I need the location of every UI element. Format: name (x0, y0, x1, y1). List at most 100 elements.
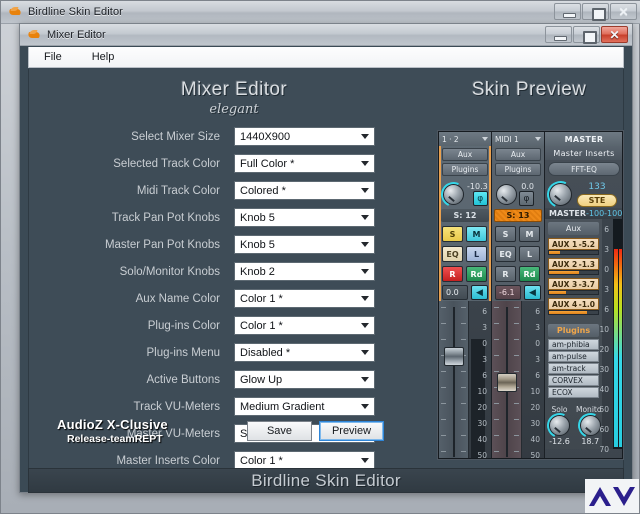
monitor-knob[interactable] (574, 409, 607, 442)
fader-tick (494, 435, 499, 436)
channel-2-plugins-button[interactable]: Plugins (495, 163, 541, 176)
channel-1-aux-button[interactable]: Aux (442, 148, 488, 161)
logo-triangle-up-icon (589, 486, 611, 506)
channel-strip-2[interactable]: MIDI 1 Aux Plugins 0.0 φ S: 13 S M EQ L … (492, 132, 545, 458)
channel-2-fader[interactable] (492, 301, 522, 458)
channel-1-fader-handle[interactable] (444, 347, 464, 366)
settings-dropdown[interactable]: Glow Up (234, 370, 375, 389)
chevron-down-icon[interactable] (361, 188, 369, 193)
aux-send[interactable]: AUX 3 -3.7 (548, 278, 599, 295)
settings-dropdown[interactable]: 1440X900 (234, 127, 375, 146)
chevron-down-icon[interactable] (361, 350, 369, 355)
aux-send-slider[interactable] (548, 250, 599, 255)
aux-send-header[interactable]: AUX 1 -5.2 (548, 238, 599, 250)
channel-2-send-label[interactable]: S: 13 (494, 209, 542, 222)
channel-2-volume-value[interactable]: -6.1 (495, 285, 521, 300)
channel-2-fader-handle[interactable] (497, 373, 517, 392)
inner-close-button[interactable]: ✕ (601, 26, 628, 43)
solo-knob[interactable] (543, 409, 576, 442)
chevron-down-icon[interactable] (535, 137, 541, 141)
save-button[interactable]: Save (247, 421, 312, 441)
aux-send[interactable]: AUX 1 -5.2 (548, 238, 599, 255)
aux-send-slider[interactable] (548, 290, 599, 295)
channel-1-send-label[interactable]: S: 12 (441, 209, 489, 222)
settings-dropdown[interactable]: Full Color * (234, 154, 375, 173)
master-insert-slot[interactable]: FFT-EQ (548, 162, 620, 176)
channel-2-mute-button[interactable]: M (519, 226, 540, 242)
outer-minimize-button[interactable] (554, 3, 581, 20)
settings-dropdown[interactable]: Color 1 * (234, 289, 375, 308)
channel-1-header[interactable]: 1 · 2 (439, 132, 491, 146)
aux-send[interactable]: AUX 2 -1.3 (548, 258, 599, 275)
master-pan-knob[interactable] (543, 176, 578, 212)
chevron-down-icon[interactable] (361, 134, 369, 139)
menu-help[interactable]: Help (87, 50, 120, 64)
channel-2-solo-button[interactable]: S (495, 226, 516, 242)
inner-maximize-button[interactable] (573, 26, 600, 44)
settings-dropdown[interactable]: Knob 5 (234, 208, 375, 227)
channel-2-record-button[interactable]: R (495, 266, 516, 282)
master-ste-button[interactable]: STE (577, 193, 617, 207)
channel-1-record-button[interactable]: R (442, 266, 463, 282)
aux-send-slider[interactable] (548, 310, 599, 315)
channel-1-fader[interactable] (439, 301, 469, 458)
channel-1-plugins-button[interactable]: Plugins (442, 163, 488, 176)
plugin-slot[interactable]: am-phibia (548, 339, 599, 350)
settings-dropdown[interactable]: Disabled * (234, 343, 375, 362)
plugin-slot[interactable]: CORVEX (548, 375, 599, 386)
channel-1-read-button[interactable]: Rd (466, 266, 487, 282)
channel-2-button-row-1: S M (492, 224, 544, 244)
inner-minimize-button[interactable] (545, 26, 572, 43)
settings-dropdown-value: Medium Gradient (240, 400, 325, 413)
aux-send-header[interactable]: AUX 3 -3.7 (548, 278, 599, 290)
preview-button[interactable]: Preview (319, 421, 384, 441)
channel-1-speaker-icon[interactable]: ◀ (471, 285, 488, 300)
chevron-down-icon[interactable] (482, 137, 488, 141)
aux-send-header[interactable]: AUX 2 -1.3 (548, 258, 599, 270)
channel-2-aux-button[interactable]: Aux (495, 148, 541, 161)
settings-dropdown[interactable]: Knob 2 (234, 262, 375, 281)
chevron-down-icon[interactable] (361, 269, 369, 274)
aux-send-header[interactable]: AUX 4 -1.0 (548, 298, 599, 310)
chevron-down-icon[interactable] (361, 161, 369, 166)
channel-1-solo-button[interactable]: S (442, 226, 463, 242)
settings-dropdown[interactable]: Medium Gradient (234, 397, 375, 416)
channel-1-l-button[interactable]: L (466, 246, 487, 262)
plugin-slot[interactable]: ECOX (548, 387, 599, 398)
channel-1-phase-button[interactable]: φ (472, 191, 488, 206)
aux-send[interactable]: AUX 4 -1.0 (548, 298, 599, 315)
channel-2-speaker-icon[interactable]: ◀ (524, 285, 541, 300)
settings-label: Active Buttons (146, 373, 220, 386)
channel-2-eq-button[interactable]: EQ (495, 246, 516, 262)
plugin-slot[interactable]: am-track (548, 363, 599, 374)
channel-1-pan-knob[interactable] (439, 177, 470, 211)
chevron-down-icon[interactable] (361, 323, 369, 328)
outer-maximize-button[interactable] (582, 3, 609, 21)
menu-file[interactable]: File (39, 50, 67, 64)
scale-tick-label: 3 (535, 355, 540, 364)
chevron-down-icon[interactable] (361, 404, 369, 409)
channel-2-phase-button[interactable]: φ (519, 191, 534, 206)
channel-1-eq-button[interactable]: EQ (442, 246, 463, 262)
aux-send-slider[interactable] (548, 270, 599, 275)
chevron-down-icon[interactable] (361, 215, 369, 220)
chevron-down-icon[interactable] (361, 242, 369, 247)
chevron-down-icon[interactable] (361, 458, 369, 463)
channel-2-read-button[interactable]: Rd (519, 266, 540, 282)
channel-2-pan-row: 0.0 φ (492, 178, 544, 208)
chevron-down-icon[interactable] (361, 377, 369, 382)
channel-1-mute-button[interactable]: M (466, 226, 487, 242)
outer-close-button[interactable]: ✕ (610, 3, 637, 20)
channel-1-volume-value[interactable]: 0.0 (442, 285, 468, 300)
channel-2-l-button[interactable]: L (519, 246, 540, 262)
settings-dropdown[interactable]: Colored * (234, 181, 375, 200)
channel-2-pan-knob[interactable] (496, 183, 517, 205)
chevron-down-icon[interactable] (361, 296, 369, 301)
channel-strip-1[interactable]: 1 · 2 Aux Plugins -10.3 φ S: 12 S M EQ L… (439, 132, 492, 458)
plugin-slot[interactable]: am-pulse (548, 351, 599, 362)
channel-2-button-row-2: EQ L (492, 244, 544, 264)
settings-dropdown[interactable]: Knob 5 (234, 235, 375, 254)
settings-dropdown[interactable]: Color 1 * (234, 316, 375, 335)
knob-indicator (501, 195, 508, 202)
channel-2-header[interactable]: MIDI 1 (492, 132, 544, 146)
